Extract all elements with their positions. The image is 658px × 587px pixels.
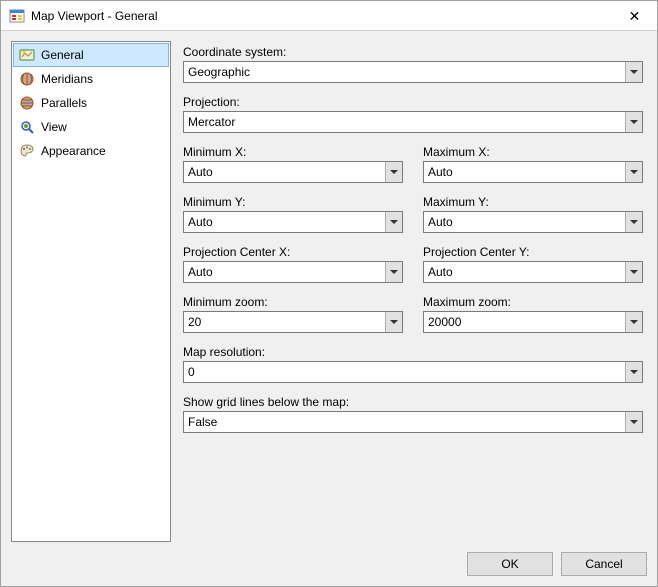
chevron-down-icon xyxy=(630,420,638,424)
dropdown-button[interactable] xyxy=(385,212,402,232)
form-panel: Coordinate system: Projection: Minimum X… xyxy=(179,41,647,542)
dropdown-button[interactable] xyxy=(625,412,642,432)
cancel-button[interactable]: Cancel xyxy=(561,552,647,576)
chevron-down-icon xyxy=(390,320,398,324)
label-minimum-x: Minimum X: xyxy=(183,145,403,159)
label-minimum-y: Minimum Y: xyxy=(183,195,403,209)
label-maximum-y: Maximum Y: xyxy=(423,195,643,209)
combo-maximum-y[interactable] xyxy=(423,211,643,233)
label-projection-center-x: Projection Center X: xyxy=(183,245,403,259)
sidebar-item-label: Parallels xyxy=(41,96,87,110)
sidebar-item-label: View xyxy=(41,120,67,134)
combo-projection-center-y[interactable] xyxy=(423,261,643,283)
label-maximum-x: Maximum X: xyxy=(423,145,643,159)
dropdown-button[interactable] xyxy=(625,62,642,82)
view-icon xyxy=(19,119,35,135)
combo-maximum-x[interactable] xyxy=(423,161,643,183)
chevron-down-icon xyxy=(630,70,638,74)
label-map-resolution: Map resolution: xyxy=(183,345,643,359)
sidebar-item-label: General xyxy=(41,48,84,62)
chevron-down-icon xyxy=(390,270,398,274)
dropdown-button[interactable] xyxy=(385,162,402,182)
app-icon xyxy=(9,8,25,24)
input-map-resolution[interactable] xyxy=(184,362,625,382)
input-minimum-y[interactable] xyxy=(184,212,385,232)
input-minimum-x[interactable] xyxy=(184,162,385,182)
chevron-down-icon xyxy=(390,170,398,174)
combo-map-resolution[interactable] xyxy=(183,361,643,383)
input-maximum-zoom[interactable] xyxy=(424,312,625,332)
titlebar: Map Viewport - General ✕ xyxy=(1,1,657,31)
sidebar-item-general[interactable]: General xyxy=(13,43,169,67)
input-projection[interactable] xyxy=(184,112,625,132)
dropdown-button[interactable] xyxy=(625,312,642,332)
combo-coordinate-system[interactable] xyxy=(183,61,643,83)
input-projection-center-x[interactable] xyxy=(184,262,385,282)
dropdown-button[interactable] xyxy=(625,362,642,382)
combo-minimum-zoom[interactable] xyxy=(183,311,403,333)
label-coordinate-system: Coordinate system: xyxy=(183,45,643,59)
dropdown-button[interactable] xyxy=(385,262,402,282)
input-maximum-x[interactable] xyxy=(424,162,625,182)
sidebar-item-label: Meridians xyxy=(41,72,93,86)
dialog-body: General Meridians Parallels View xyxy=(1,31,657,542)
combo-minimum-x[interactable] xyxy=(183,161,403,183)
dropdown-button[interactable] xyxy=(625,112,642,132)
chevron-down-icon xyxy=(630,120,638,124)
dialog-window: Map Viewport - General ✕ General Meridia… xyxy=(0,0,658,587)
chevron-down-icon xyxy=(630,370,638,374)
chevron-down-icon xyxy=(630,270,638,274)
combo-projection[interactable] xyxy=(183,111,643,133)
dropdown-button[interactable] xyxy=(385,312,402,332)
sidebar-item-meridians[interactable]: Meridians xyxy=(13,67,169,91)
combo-minimum-y[interactable] xyxy=(183,211,403,233)
chevron-down-icon xyxy=(630,170,638,174)
ok-button[interactable]: OK xyxy=(467,552,553,576)
sidebar-item-view[interactable]: View xyxy=(13,115,169,139)
chevron-down-icon xyxy=(630,220,638,224)
appearance-icon xyxy=(19,143,35,159)
input-minimum-zoom[interactable] xyxy=(184,312,385,332)
sidebar-item-parallels[interactable]: Parallels xyxy=(13,91,169,115)
label-maximum-zoom: Maximum zoom: xyxy=(423,295,643,309)
window-title: Map Viewport - General xyxy=(31,9,612,23)
general-icon xyxy=(19,47,35,63)
dialog-footer: OK Cancel xyxy=(1,542,657,586)
label-minimum-zoom: Minimum zoom: xyxy=(183,295,403,309)
combo-maximum-zoom[interactable] xyxy=(423,311,643,333)
combo-show-grid-lines[interactable] xyxy=(183,411,643,433)
combo-projection-center-x[interactable] xyxy=(183,261,403,283)
parallels-icon xyxy=(19,95,35,111)
close-icon: ✕ xyxy=(629,9,641,23)
input-show-grid-lines[interactable] xyxy=(184,412,625,432)
label-projection-center-y: Projection Center Y: xyxy=(423,245,643,259)
input-projection-center-y[interactable] xyxy=(424,262,625,282)
close-button[interactable]: ✕ xyxy=(612,1,657,30)
input-coordinate-system[interactable] xyxy=(184,62,625,82)
sidebar: General Meridians Parallels View xyxy=(11,41,171,542)
chevron-down-icon xyxy=(390,220,398,224)
meridians-icon xyxy=(19,71,35,87)
input-maximum-y[interactable] xyxy=(424,212,625,232)
chevron-down-icon xyxy=(630,320,638,324)
sidebar-item-appearance[interactable]: Appearance xyxy=(13,139,169,163)
dropdown-button[interactable] xyxy=(625,162,642,182)
sidebar-item-label: Appearance xyxy=(41,144,106,158)
dropdown-button[interactable] xyxy=(625,262,642,282)
dropdown-button[interactable] xyxy=(625,212,642,232)
label-projection: Projection: xyxy=(183,95,643,109)
label-show-grid-lines: Show grid lines below the map: xyxy=(183,395,643,409)
